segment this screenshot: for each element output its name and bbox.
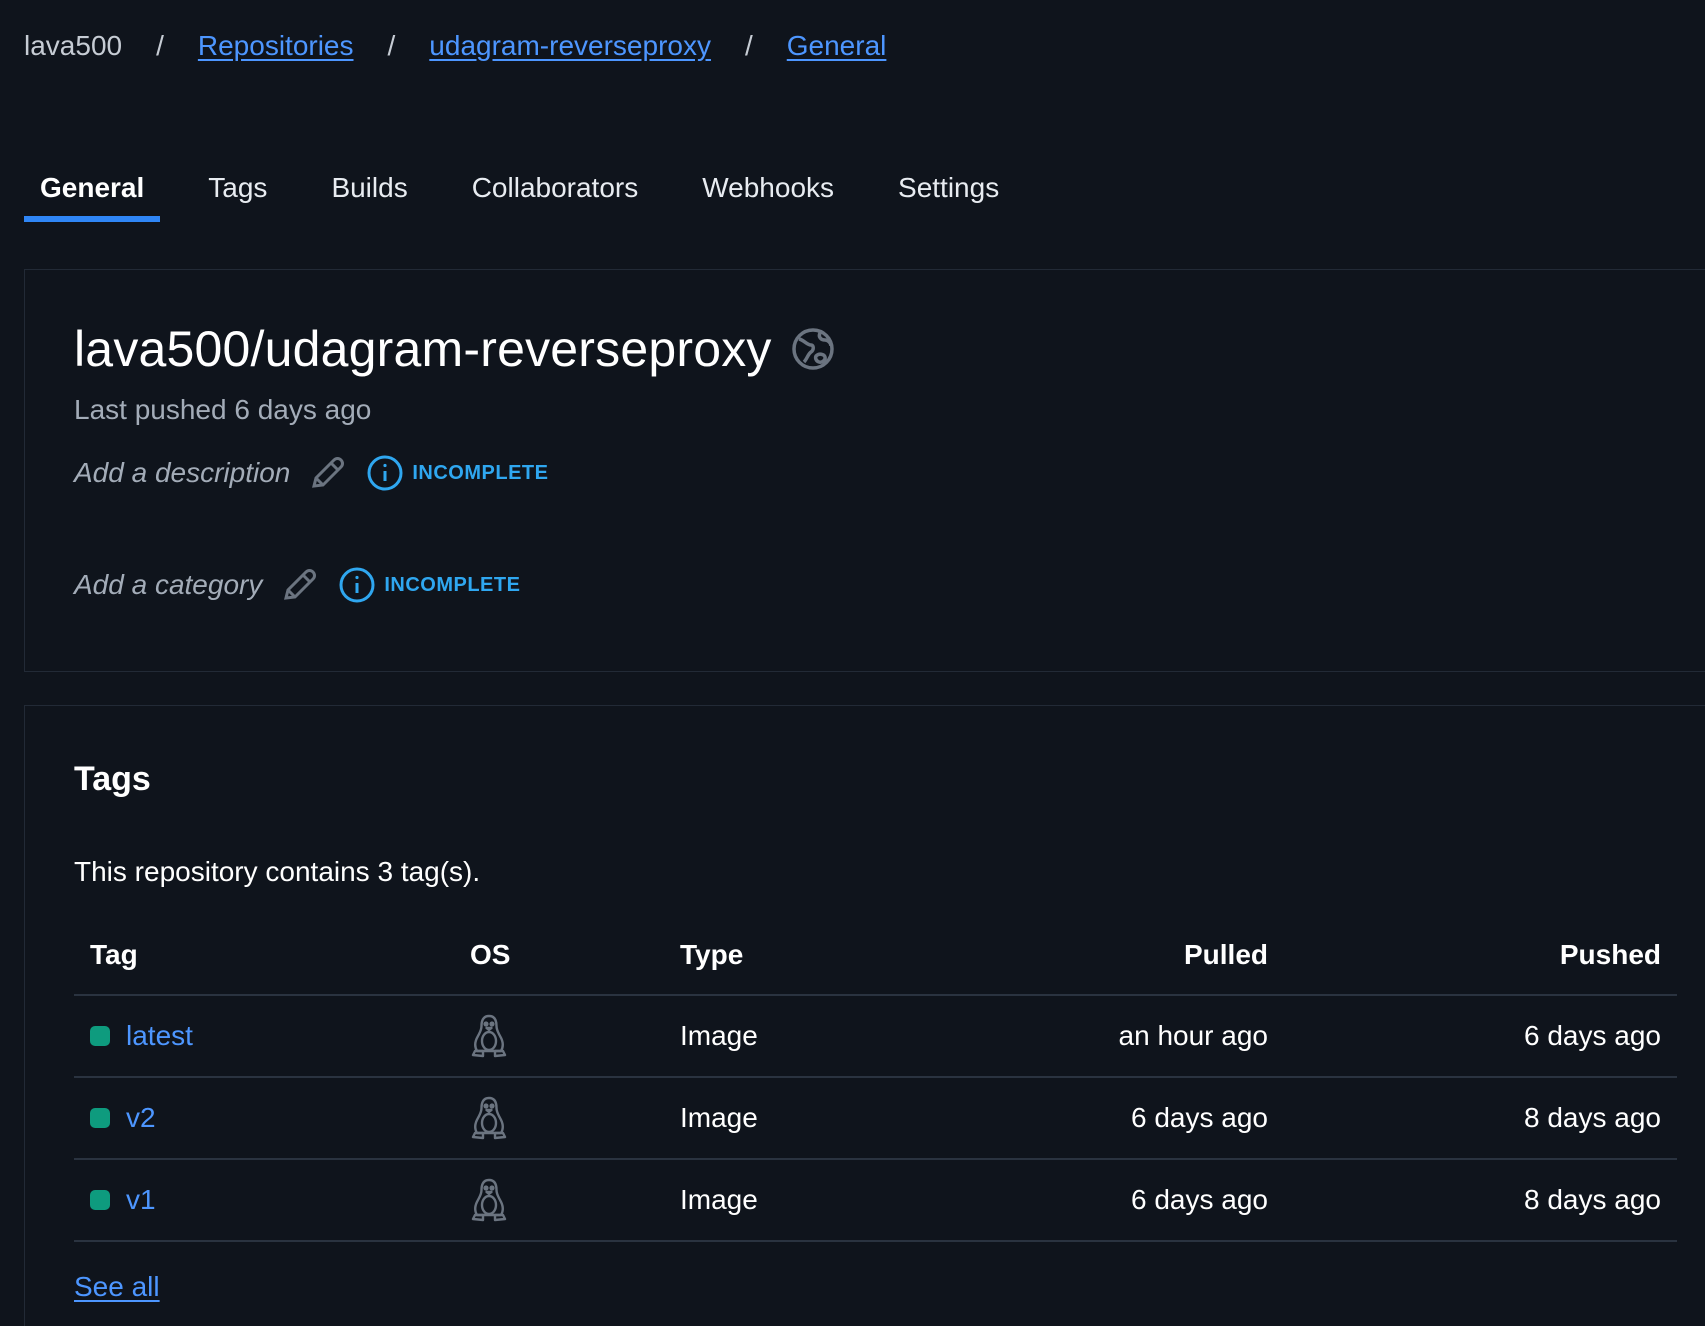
tag-link[interactable]: v1 <box>126 1184 156 1216</box>
tags-table: Tag OS Type Pulled Pushed latest Image a… <box>74 916 1677 1242</box>
tag-cell: latest <box>74 995 454 1078</box>
table-row: v1 Image 6 days ago 8 days ago <box>74 1159 1677 1242</box>
pulled-cell: 6 days ago <box>884 1159 1284 1242</box>
add-description-label[interactable]: Add a description <box>74 457 290 489</box>
tag-link[interactable]: latest <box>126 1020 193 1052</box>
column-header-pulled: Pulled <box>884 916 1284 996</box>
type-cell: Image <box>664 995 884 1078</box>
edit-category-pencil-icon[interactable] <box>280 566 318 604</box>
tab-builds[interactable]: Builds <box>315 160 423 222</box>
tab-collaborators[interactable]: Collaborators <box>456 160 655 222</box>
tags-summary: This repository contains 3 tag(s). <box>74 856 481 887</box>
breadcrumb-general-link[interactable]: General <box>787 30 887 62</box>
repo-info-card: lava500/udagram-reverseproxy Last pushed… <box>24 269 1705 672</box>
linux-icon <box>470 1013 508 1059</box>
edit-description-pencil-icon[interactable] <box>308 454 346 492</box>
tag-status-dot <box>90 1026 110 1046</box>
tab-webhooks[interactable]: Webhooks <box>686 160 850 222</box>
pulled-cell: an hour ago <box>884 995 1284 1078</box>
page: lava500 / Repositories / udagram-reverse… <box>0 0 1705 1326</box>
table-row: v2 Image 6 days ago 8 days ago <box>74 1077 1677 1160</box>
info-icon <box>338 566 376 604</box>
globe-icon <box>790 326 836 372</box>
breadcrumb-repository-link[interactable]: udagram-reverseproxy <box>429 30 711 62</box>
breadcrumb-owner: lava500 <box>24 30 123 61</box>
description-row: Add a description INCOMPLETE <box>74 454 548 492</box>
incomplete-label: INCOMPLETE <box>384 573 521 596</box>
repo-title: lava500/udagram-reverseproxy <box>74 321 772 377</box>
os-cell <box>454 1077 664 1160</box>
repo-tabs: General Tags Builds Collaborators Webhoo… <box>24 160 1047 222</box>
tag-link[interactable]: v2 <box>126 1102 156 1134</box>
repo-title-row: lava500/udagram-reverseproxy <box>74 320 836 378</box>
linux-icon <box>470 1095 508 1141</box>
os-cell <box>454 995 664 1078</box>
type-cell: Image <box>664 1159 884 1242</box>
table-row: latest Image an hour ago 6 days ago <box>74 995 1677 1078</box>
tags-card: Tags This repository contains 3 tag(s). … <box>24 705 1705 1326</box>
type-cell: Image <box>664 1077 884 1160</box>
category-row: Add a category INCOMPLETE <box>74 566 520 604</box>
tags-table-header: Tag OS Type Pulled Pushed <box>74 916 1677 996</box>
breadcrumb: lava500 / Repositories / udagram-reverse… <box>24 26 886 66</box>
tag-cell: v2 <box>74 1077 454 1160</box>
incomplete-label: INCOMPLETE <box>412 461 549 484</box>
pushed-cell: 8 days ago <box>1284 1077 1677 1160</box>
tag-cell: v1 <box>74 1159 454 1242</box>
see-all-tags-link[interactable]: See all <box>74 1271 160 1303</box>
pushed-cell: 6 days ago <box>1284 995 1677 1078</box>
os-cell <box>454 1159 664 1242</box>
linux-icon <box>470 1177 508 1223</box>
description-incomplete-badge: INCOMPLETE <box>366 454 548 492</box>
tag-status-dot <box>90 1108 110 1128</box>
pushed-cell: 8 days ago <box>1284 1159 1677 1242</box>
breadcrumb-repositories-link[interactable]: Repositories <box>198 30 354 62</box>
breadcrumb-separator: / <box>744 30 753 61</box>
tab-general[interactable]: General <box>24 160 161 222</box>
category-incomplete-badge: INCOMPLETE <box>338 566 520 604</box>
tab-settings[interactable]: Settings <box>882 160 1015 222</box>
column-header-pushed: Pushed <box>1284 916 1677 996</box>
last-pushed-text: Last pushed 6 days ago <box>74 394 372 425</box>
column-header-tag: Tag <box>74 916 454 996</box>
column-header-os: OS <box>454 916 664 996</box>
column-header-type: Type <box>664 916 884 996</box>
breadcrumb-separator: / <box>387 30 396 61</box>
info-icon <box>366 454 404 492</box>
tag-status-dot <box>90 1190 110 1210</box>
breadcrumb-separator: / <box>156 30 164 61</box>
tab-tags[interactable]: Tags <box>192 160 283 222</box>
tags-heading: Tags <box>74 760 151 798</box>
add-category-label[interactable]: Add a category <box>74 569 262 601</box>
pulled-cell: 6 days ago <box>884 1077 1284 1160</box>
